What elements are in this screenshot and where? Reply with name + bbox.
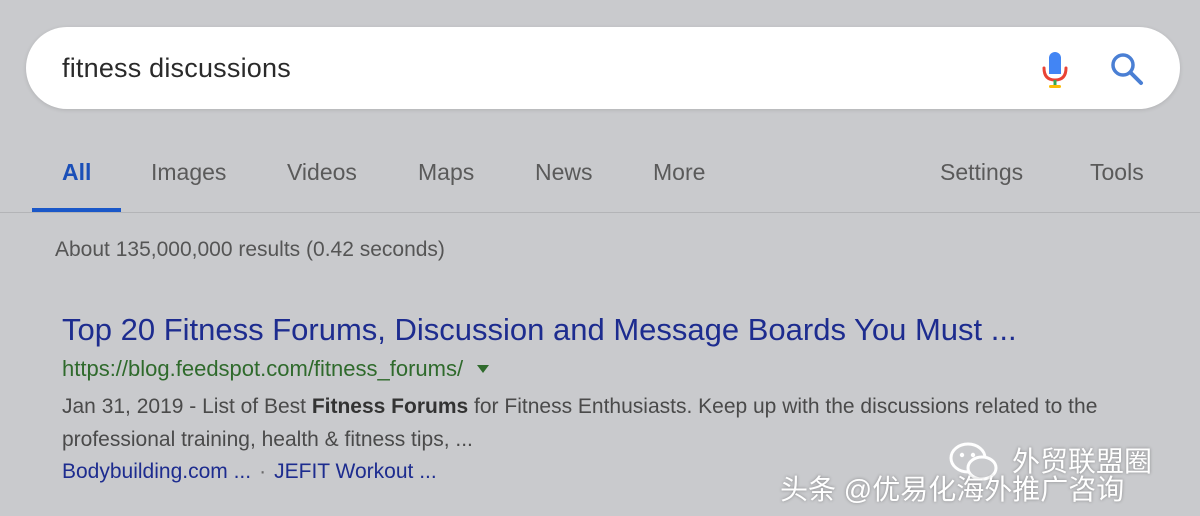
watermark: 外贸联盟圈 头条 @优易化海外推广咨询 (780, 440, 1200, 516)
snippet-text-pre: - List of Best (183, 395, 312, 418)
result-title-link[interactable]: Top 20 Fitness Forums, Discussion and Me… (62, 308, 1162, 352)
search-tabs: All Images Videos Maps News More Setting… (0, 145, 1200, 213)
sitelink-jefit[interactable]: JEFIT Workout ... (274, 460, 437, 483)
result-url[interactable]: https://blog.feedspot.com/fitness_forums… (62, 356, 463, 381)
search-input[interactable]: fitness discussions (62, 27, 291, 109)
snippet-highlight: Fitness Forums (311, 395, 469, 418)
sitelink-separator: · (259, 460, 267, 483)
tab-tools[interactable]: Tools (1090, 145, 1144, 199)
result-url-row: https://blog.feedspot.com/fitness_forums… (62, 352, 1162, 386)
result-date: Jan 31, 2019 (62, 395, 184, 418)
watermark-line: 头条 @优易化海外推广咨询 (780, 474, 1125, 505)
sitelink-bodybuilding[interactable]: Bodybuilding.com ... (62, 460, 251, 483)
tab-images[interactable]: Images (151, 145, 226, 199)
tab-all[interactable]: All (62, 145, 91, 199)
tab-settings[interactable]: Settings (940, 145, 1023, 199)
microphone-icon[interactable] (1039, 50, 1071, 90)
tab-news[interactable]: News (535, 145, 593, 199)
tab-maps[interactable]: Maps (418, 145, 474, 199)
caret-down-icon[interactable] (477, 364, 490, 373)
tabs-divider (0, 212, 1200, 213)
search-icon[interactable] (1109, 51, 1145, 87)
search-bar[interactable]: fitness discussions (26, 27, 1180, 109)
tab-more[interactable]: More (653, 145, 705, 199)
result-stats: About 135,000,000 results (0.42 seconds) (55, 238, 445, 261)
tab-videos[interactable]: Videos (287, 145, 357, 199)
